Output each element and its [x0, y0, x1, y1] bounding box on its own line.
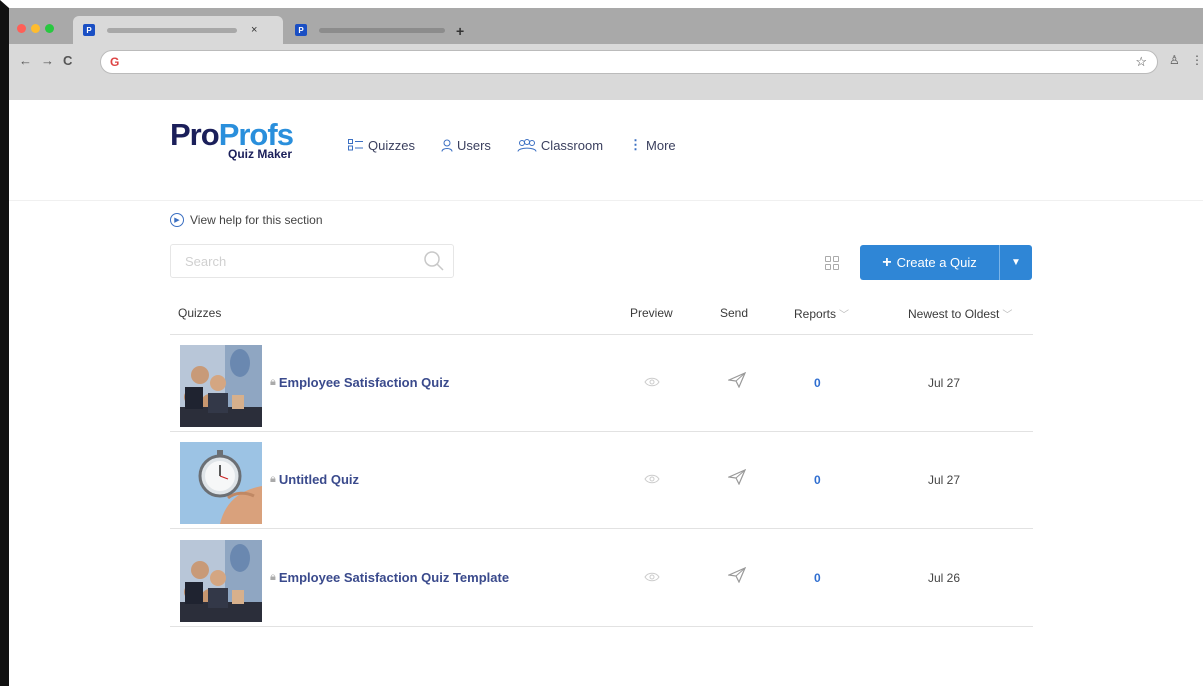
- proprofs-logo[interactable]: ProProfs Quiz Maker: [170, 117, 294, 161]
- created-date: Jul 26: [928, 571, 961, 585]
- browser-tab-bar: P × P +: [9, 8, 1203, 44]
- quiz-title: Employee Satisfaction Quiz Template: [278, 570, 510, 585]
- create-dropdown-button[interactable]: ▼: [1000, 245, 1032, 280]
- plus-icon: +: [882, 253, 892, 271]
- main-nav: Quizzes Users Classroom ⋮ More: [348, 137, 702, 153]
- menu-dots-icon[interactable]: ⋮: [1191, 53, 1203, 67]
- column-header-label: Reports: [794, 307, 837, 321]
- search-box: [170, 244, 454, 278]
- send-paper-plane-icon[interactable]: [728, 372, 746, 388]
- eye-icon[interactable]: [644, 572, 660, 582]
- address-bar[interactable]: G ☆: [100, 50, 1158, 74]
- create-quiz-label: Create a Quiz: [896, 255, 977, 270]
- send-paper-plane-icon[interactable]: [728, 469, 746, 485]
- reload-icon[interactable]: C: [63, 53, 72, 68]
- logo-text-pro: Pro: [170, 117, 220, 152]
- nav-item-more[interactable]: ⋮ More: [629, 137, 676, 153]
- reports-count-link[interactable]: 0: [814, 473, 821, 487]
- tab-title-placeholder: [319, 27, 445, 33]
- proprofs-favicon-icon: P: [295, 24, 307, 36]
- lock-icon: 🔒︎: [270, 376, 276, 388]
- nav-label: Quizzes: [368, 137, 415, 153]
- nav-label: More: [646, 137, 676, 153]
- user-icon: [441, 139, 453, 152]
- quiz-thumbnail-image[interactable]: [180, 442, 262, 524]
- table-row: 🔒︎ Employee Satisfaction Quiz Template 0…: [170, 530, 1033, 627]
- minimize-window-button[interactable]: [31, 24, 40, 33]
- column-header-send: Send: [720, 306, 749, 320]
- column-header-reports[interactable]: Reports ﹀: [794, 306, 849, 321]
- tab-close-icon[interactable]: ×: [251, 24, 257, 36]
- sort-label: Newest to Oldest: [908, 307, 1000, 321]
- quiz-title: Untitled Quiz: [278, 472, 360, 487]
- new-tab-icon[interactable]: +: [456, 23, 464, 39]
- create-quiz-button[interactable]: + Create a Quiz: [860, 245, 1000, 280]
- close-window-button[interactable]: [17, 24, 26, 33]
- play-circle-icon: ▶: [170, 213, 184, 227]
- browser-tab-active[interactable]: P ×: [73, 16, 283, 44]
- nav-label: Classroom: [540, 137, 604, 153]
- classroom-group-icon: [517, 138, 537, 152]
- table-row: 🔒︎ Untitled Quiz 0 Jul 27: [170, 432, 1033, 529]
- chevron-down-icon: ▼: [1011, 257, 1021, 268]
- nav-label: Users: [456, 137, 491, 153]
- profile-icon[interactable]: ♙: [1169, 53, 1180, 67]
- browser-chrome-bottom: [9, 80, 1203, 100]
- nav-item-users[interactable]: Users: [441, 138, 491, 153]
- quiz-thumbnail-image[interactable]: [180, 540, 262, 622]
- created-date: Jul 27: [928, 473, 961, 487]
- chevron-down-icon: ﹀: [839, 310, 850, 321]
- help-label: View help for this section: [190, 213, 323, 227]
- reports-count-link[interactable]: 0: [814, 571, 821, 585]
- table-row: 🔒︎ Employee Satisfaction Quiz 0 Jul 27: [170, 335, 1033, 432]
- tab-title-placeholder: [107, 27, 237, 33]
- browser-tab-inactive[interactable]: P: [285, 16, 455, 44]
- forward-arrow-icon[interactable]: →: [41, 53, 54, 68]
- grid-view-icon[interactable]: [825, 256, 839, 270]
- lock-icon: 🔒︎: [270, 571, 276, 583]
- view-help-link[interactable]: ▶ View help for this section: [170, 213, 323, 227]
- quiz-title-link[interactable]: 🔒︎ Untitled Quiz: [270, 472, 359, 487]
- eye-icon[interactable]: [644, 474, 660, 484]
- quiz-title-link[interactable]: 🔒︎ Employee Satisfaction Quiz: [270, 375, 449, 390]
- lock-icon: 🔒︎: [270, 473, 276, 485]
- sort-dropdown[interactable]: Newest to Oldest ﹀: [908, 306, 1012, 321]
- nav-item-classroom[interactable]: Classroom: [517, 138, 603, 153]
- vertical-dots-icon: ⋮: [629, 137, 643, 152]
- zoom-window-button[interactable]: [45, 24, 54, 33]
- google-icon: G: [110, 55, 120, 69]
- header-divider: [9, 200, 1203, 201]
- bookmark-star-icon[interactable]: ☆: [1135, 54, 1147, 70]
- eye-icon[interactable]: [644, 377, 660, 387]
- window-controls: [17, 24, 54, 33]
- proprofs-favicon-icon: P: [83, 24, 95, 36]
- back-arrow-icon[interactable]: ←: [19, 53, 32, 68]
- send-paper-plane-icon[interactable]: [728, 567, 746, 583]
- quiz-title-link[interactable]: 🔒︎ Employee Satisfaction Quiz Template: [270, 570, 509, 585]
- create-quiz-button-group: + Create a Quiz ▼: [860, 245, 1032, 280]
- column-header-preview: Preview: [630, 306, 673, 320]
- reports-count-link[interactable]: 0: [814, 376, 821, 390]
- column-header-quizzes: Quizzes: [178, 306, 222, 320]
- chevron-down-icon: ﹀: [1002, 310, 1013, 321]
- browser-toolbar: ← → C G ☆ ♙ ⋮: [9, 44, 1203, 80]
- logo-subtitle: Quiz Maker: [228, 147, 293, 161]
- search-input[interactable]: [171, 245, 411, 277]
- quiz-title: Employee Satisfaction Quiz: [278, 375, 450, 390]
- quizzes-list-icon: [348, 139, 363, 151]
- quiz-thumbnail-image[interactable]: [180, 345, 262, 427]
- created-date: Jul 27: [928, 376, 961, 390]
- search-icon[interactable]: [423, 250, 445, 272]
- nav-item-quizzes[interactable]: Quizzes: [348, 138, 415, 153]
